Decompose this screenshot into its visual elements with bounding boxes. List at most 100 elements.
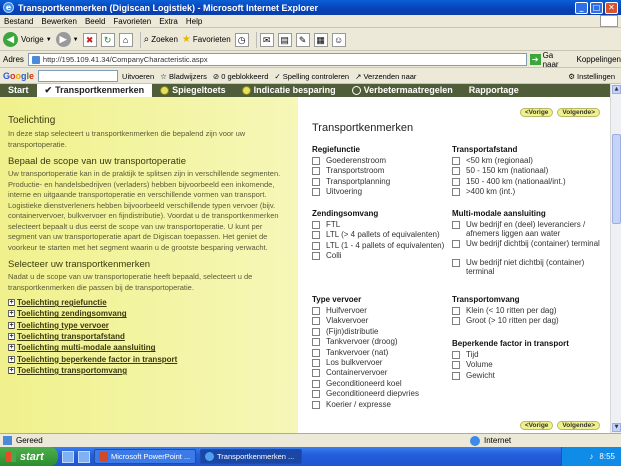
option-ltl-klein[interactable]: LTL (1 - 4 pallets of equivalenten) <box>312 241 452 251</box>
nav-tab-spiegeltoets[interactable]: Spiegeltoets <box>152 84 234 97</box>
prev-button-bottom[interactable]: <Vorige <box>519 421 554 430</box>
minimize-button[interactable]: _ <box>575 1 588 14</box>
dropdown-arrow-icon[interactable]: ▼ <box>73 37 79 43</box>
go-button[interactable]: ➔ Ga naar <box>529 51 571 69</box>
expand-icon[interactable]: + <box>8 366 15 374</box>
option-klein[interactable]: Klein (< 10 ritten per dag) <box>452 306 602 316</box>
expand-icon[interactable]: + <box>8 344 15 352</box>
stop-icon[interactable]: ✖ <box>82 32 97 47</box>
checkbox[interactable] <box>452 167 460 176</box>
option-fijndistributie[interactable]: (Fijn)distributie <box>312 327 452 337</box>
option-gewicht[interactable]: Gewicht <box>452 371 602 381</box>
option-aan-water[interactable]: Uw bedrijf en (deel) leveranciers / afne… <box>452 220 602 239</box>
checkbox[interactable] <box>452 188 460 197</box>
checkbox[interactable] <box>312 348 320 357</box>
checkbox[interactable] <box>312 338 320 347</box>
option-koel[interactable]: Geconditioneerd koel <box>312 379 452 389</box>
link-toelichting-type-vervoer[interactable]: + Toelichting type vervoer <box>8 320 292 331</box>
discuss-icon[interactable]: ▦ <box>313 32 328 47</box>
history-icon[interactable]: ◷ <box>234 32 249 47</box>
checkbox[interactable] <box>452 351 460 359</box>
search-button[interactable]: ⌕ Zoeken <box>144 34 178 45</box>
link-toelichting-multimodaal[interactable]: + Toelichting multi-modale aansluiting <box>8 342 292 353</box>
option-transportstroom[interactable]: Transportstroom <box>312 166 390 176</box>
next-button-bottom[interactable]: Volgende> <box>557 421 600 430</box>
spellcheck-button[interactable]: ✓ Spelling controleren <box>274 72 349 81</box>
send-to-button[interactable]: ↗ Verzenden naar <box>355 72 416 81</box>
dropdown-arrow-icon[interactable]: ▼ <box>46 37 52 43</box>
option-huifvervoer[interactable]: Huifvervoer <box>312 306 452 316</box>
nav-tab-transportkenmerken[interactable]: ✔ Transportkenmerken <box>36 84 153 97</box>
checkbox[interactable] <box>312 188 320 197</box>
option-ltl-groot[interactable]: LTL (> 4 pallets of equivalenten) <box>312 230 452 240</box>
option-tijd[interactable]: Tijd <box>452 350 602 360</box>
link-toelichting-transportafstand[interactable]: + Toelichting transportafstand <box>8 331 292 342</box>
prev-button[interactable]: <Vorige <box>519 108 554 117</box>
google-search-button[interactable]: Uitvoeren <box>122 72 154 81</box>
expand-icon[interactable]: + <box>8 355 15 363</box>
checkbox[interactable] <box>312 400 320 409</box>
checkbox[interactable] <box>312 241 320 250</box>
option-tankvervoer-droog[interactable]: Tankvervoer (droog) <box>312 337 452 347</box>
link-toelichting-regiefunctie[interactable]: + Toelichting regiefunctie <box>8 297 292 308</box>
option-ftl[interactable]: FTL <box>312 220 452 230</box>
quick-launch-ie-icon[interactable] <box>62 450 74 463</box>
popup-blocker-button[interactable]: ⊘ 0 geblokkeerd <box>213 72 269 81</box>
task-powerpoint[interactable]: Microsoft PowerPoint ... <box>94 449 196 464</box>
option-transportplanning[interactable]: Transportplanning <box>312 177 390 187</box>
option-afstand-int[interactable]: >400 km (int.) <box>452 187 602 197</box>
back-button[interactable]: ◀ Vorige ▼ <box>3 32 52 47</box>
menu-extra[interactable]: Extra <box>159 17 178 26</box>
expand-icon[interactable]: + <box>8 310 15 318</box>
menu-help[interactable]: Help <box>186 17 202 26</box>
checkbox[interactable] <box>452 177 460 186</box>
checkbox[interactable] <box>312 307 320 315</box>
google-settings-button[interactable]: ⚙ Instellingen <box>568 72 615 81</box>
checkbox[interactable] <box>312 252 320 261</box>
checkbox[interactable] <box>452 361 460 370</box>
option-tankvervoer-nat[interactable]: Tankvervoer (nat) <box>312 348 452 358</box>
refresh-icon[interactable]: ↻ <box>100 32 115 47</box>
checkbox[interactable] <box>452 240 460 248</box>
start-button[interactable]: start <box>0 447 58 466</box>
checkbox[interactable] <box>452 371 460 380</box>
menu-bestand[interactable]: Bestand <box>4 17 33 26</box>
edit-icon[interactable]: ✎ <box>295 32 310 47</box>
checkbox[interactable] <box>312 231 320 240</box>
option-colli[interactable]: Colli <box>312 251 452 261</box>
vertical-scrollbar[interactable]: ▲ ▼ <box>610 84 621 433</box>
maximize-button[interactable]: □ <box>590 1 603 14</box>
option-koerier[interactable]: Koerier / expresse <box>312 400 452 410</box>
checkbox[interactable] <box>312 390 320 399</box>
expand-icon[interactable]: + <box>8 321 15 329</box>
option-afstand-nationaal[interactable]: 50 - 150 km (nationaal) <box>452 166 602 176</box>
expand-icon[interactable]: + <box>8 333 15 341</box>
checkbox[interactable] <box>452 307 460 315</box>
option-dichtbij-terminal[interactable]: Uw bedrijf dichtbij (container) terminal <box>452 239 602 258</box>
forward-button[interactable]: ▶ ▼ <box>55 32 79 47</box>
option-afstand-regionaal[interactable]: <50 km (regionaal) <box>452 156 602 166</box>
option-niet-dichtbij-terminal[interactable]: Uw bedrijf niet dichtbij (container) ter… <box>452 258 602 277</box>
scroll-down-icon[interactable]: ▼ <box>612 423 621 432</box>
link-toelichting-beperkende-factor[interactable]: + Toelichting beperkende factor in transp… <box>8 353 292 364</box>
google-search-input[interactable] <box>38 70 119 82</box>
checkbox[interactable] <box>312 177 320 186</box>
menu-bewerken[interactable]: Bewerken <box>41 17 77 26</box>
mail-icon[interactable]: ✉ <box>259 32 274 47</box>
nav-tab-indicatie-besparing[interactable]: Indicatie besparing <box>234 84 344 97</box>
google-bookmarks-button[interactable]: ☆ Bladwijzers <box>160 72 207 81</box>
checkbox[interactable] <box>312 369 320 378</box>
address-input[interactable]: http://195.109.41.34/CompanyCharacterist… <box>27 53 527 66</box>
scroll-up-icon[interactable]: ▲ <box>612 85 621 94</box>
link-toelichting-zendingsomvang[interactable]: + Toelichting zendingsomvang <box>8 308 292 319</box>
option-uitvoering[interactable]: Uitvoering <box>312 187 390 197</box>
nav-tab-verbetermaatregelen[interactable]: Verbetermaatregelen <box>344 84 461 97</box>
option-diepvries[interactable]: Geconditioneerd diepvries <box>312 389 452 399</box>
option-groot[interactable]: Groot (> 10 ritten per dag) <box>452 316 602 326</box>
quick-launch-desktop-icon[interactable] <box>78 450 90 463</box>
option-goederenstroom[interactable]: Goederenstroom <box>312 156 390 166</box>
checkbox[interactable] <box>312 358 320 367</box>
option-containervervoer[interactable]: Containervervoer <box>312 368 452 378</box>
close-button[interactable]: ✕ <box>605 1 618 14</box>
checkbox[interactable] <box>312 327 320 336</box>
